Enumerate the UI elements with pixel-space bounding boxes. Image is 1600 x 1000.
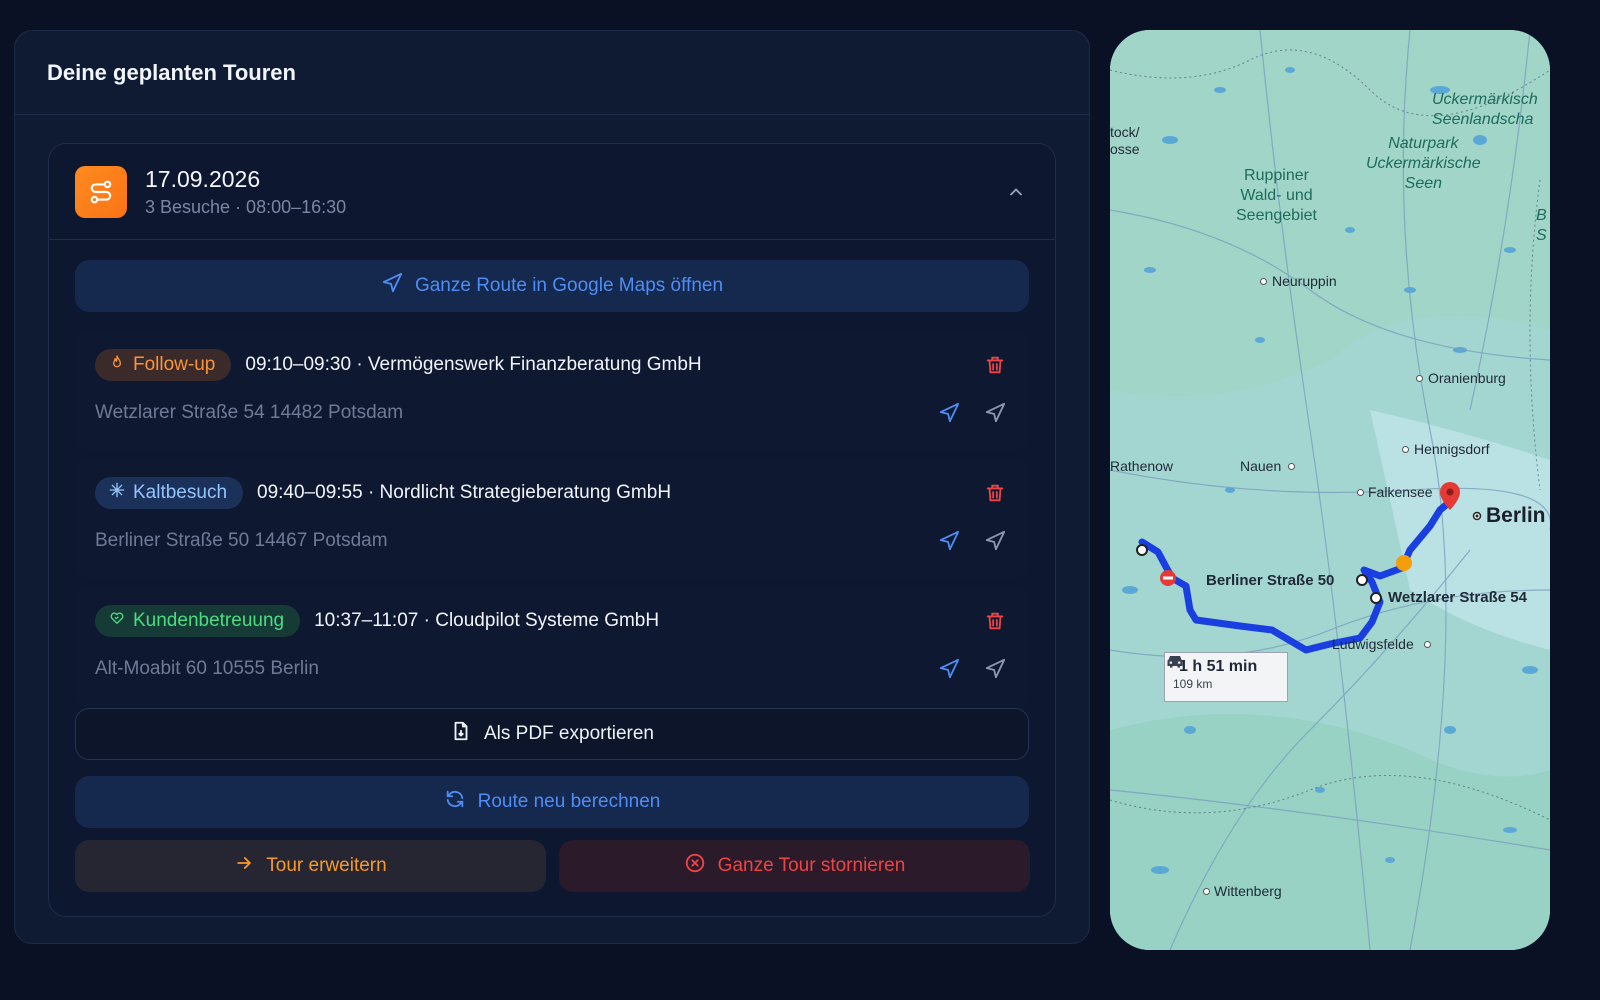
map-label-berlin: Berlin <box>1486 504 1546 527</box>
visit-type-label: Follow-up <box>133 354 216 375</box>
recalculate-route-button[interactable]: Route neu berechnen <box>75 776 1029 828</box>
heart-handshake-icon <box>109 610 125 632</box>
visit-item: Kaltbesuch 09:40–09:55 · Nordlicht Strat… <box>75 458 1029 578</box>
visit-title: 09:40–09:55 · Nordlicht Strategieberatun… <box>257 482 672 503</box>
chevron-up-icon[interactable] <box>1003 179 1029 205</box>
place-dot <box>1288 463 1295 470</box>
navigate-apple-maps-button[interactable] <box>981 655 1009 683</box>
map-label-nauen: Nauen <box>1240 458 1282 474</box>
map-label-berliner-strasse: Berliner Straße 50 <box>1206 572 1335 589</box>
file-download-icon <box>450 720 472 748</box>
map-label-falkensee: Falkensee <box>1368 484 1433 500</box>
place-dot <box>1402 446 1409 453</box>
navigate-apple-maps-button[interactable] <box>981 527 1009 555</box>
visit-title: 09:10–09:30 · Vermögenswerk Finanzberatu… <box>245 354 702 375</box>
navigation-outline-icon <box>985 402 1006 423</box>
route-distance: 109 km <box>1173 677 1213 691</box>
visit-item: Kundenbetreuung 10:37–11:07 · Cloudpilot… <box>75 586 1029 706</box>
place-dot <box>1357 489 1364 496</box>
flame-icon <box>109 354 125 376</box>
route-info-box[interactable]: 1 h 51 min 109 km <box>1164 652 1288 702</box>
navigation-icon <box>939 530 960 551</box>
navigation-outline-icon <box>985 530 1006 551</box>
map-label-rostock: tock/osse <box>1110 124 1140 157</box>
visit-type-badge: Follow-up <box>95 349 232 381</box>
trash-icon <box>986 356 1004 374</box>
place-dot <box>1260 278 1267 285</box>
place-dot <box>1424 641 1431 648</box>
trash-icon <box>986 484 1004 502</box>
open-google-maps-button[interactable]: Ganze Route in Google Maps öffnen <box>75 260 1029 312</box>
snowflake-icon <box>109 482 125 504</box>
delete-visit-button[interactable] <box>981 479 1009 507</box>
map-label-ruppiner: Ruppiner Wald- und Seengebiet <box>1236 167 1317 224</box>
map-label-wetzlarer-strasse: Wetzlarer Straße 54 <box>1388 589 1527 606</box>
navigation-icon <box>939 658 960 679</box>
map-label-ludwigsfelde: Ludwigsfelde <box>1332 636 1414 652</box>
map-label-wittenberg: Wittenberg <box>1214 883 1282 899</box>
navigate-google-maps-button[interactable] <box>935 527 963 555</box>
tour-header[interactable]: 17.09.2026 3 Besuche · 08:00–16:30 <box>49 144 1055 240</box>
route-icon <box>75 165 127 218</box>
visit-type-badge: Kaltbesuch <box>95 477 244 509</box>
navigation-outline-icon <box>985 658 1006 679</box>
arrow-right-icon <box>234 853 254 879</box>
navigate-google-maps-button[interactable] <box>935 399 963 427</box>
tour-card: 17.09.2026 3 Besuche · 08:00–16:30 Ganze… <box>48 143 1056 917</box>
navigate-google-maps-button[interactable] <box>935 655 963 683</box>
map-label-naturpark: Naturpark Uckermärkische Seen <box>1366 135 1481 192</box>
map-background <box>1110 30 1550 950</box>
map-label-neuruppin: Neuruppin <box>1272 273 1337 289</box>
tours-panel: Deine geplanten Touren 17.09.2026 3 Besu… <box>14 30 1090 944</box>
delete-visit-button[interactable] <box>981 351 1009 379</box>
navigate-apple-maps-button[interactable] <box>981 399 1009 427</box>
extend-tour-button[interactable]: Tour erweitern <box>75 840 546 892</box>
visit-address: Berliner Straße 50 14467 Potsdam <box>95 530 388 551</box>
place-dot <box>1203 888 1210 895</box>
route-duration: 1 h 51 min <box>1179 658 1258 675</box>
map-label-oranienburg: Oranienburg <box>1428 370 1506 386</box>
map-label-hennigsdorf: Hennigsdorf <box>1414 441 1490 457</box>
delete-visit-button[interactable] <box>981 607 1009 635</box>
export-pdf-button[interactable]: Als PDF exportieren <box>75 708 1029 760</box>
x-circle-icon <box>684 852 706 880</box>
refresh-icon <box>444 788 466 816</box>
navigation-icon <box>939 402 960 423</box>
visit-address: Wetzlarer Straße 54 14482 Potsdam <box>95 402 404 423</box>
map-label-uckermark-lakes: Uckermärkisch Seenlandscha <box>1432 91 1538 128</box>
place-dot <box>1416 375 1423 382</box>
visit-type-label: Kundenbetreuung <box>133 610 285 631</box>
visit-type-label: Kaltbesuch <box>133 482 228 503</box>
cancel-tour-button[interactable]: Ganze Tour stornieren <box>559 840 1030 892</box>
tour-date: 17.09.2026 <box>145 165 261 192</box>
panel-title: Deine geplanten Touren <box>15 31 1089 115</box>
route-map[interactable]: tock/osse Uckermärkisch Seenlandscha Natu… <box>1110 30 1550 950</box>
map-label-edge: BS <box>1536 207 1547 244</box>
visit-type-badge: Kundenbetreuung <box>95 605 301 637</box>
navigation-icon <box>381 272 403 300</box>
cancel-tour-label: Ganze Tour stornieren <box>717 855 906 876</box>
visit-item: Follow-up 09:10–09:30 · Vermögenswerk Fi… <box>75 330 1029 450</box>
extend-tour-label: Tour erweitern <box>266 855 387 876</box>
open-google-maps-label: Ganze Route in Google Maps öffnen <box>414 275 724 296</box>
tour-summary: 3 Besuche · 08:00–16:30 <box>145 196 347 217</box>
map-label-rathenow: Rathenow <box>1110 458 1174 474</box>
trash-icon <box>986 612 1004 630</box>
export-pdf-label: Als PDF exportieren <box>483 723 654 744</box>
visit-title: 10:37–11:07 · Cloudpilot Systeme GmbH <box>314 610 660 631</box>
visit-address: Alt-Moabit 60 10555 Berlin <box>95 658 319 679</box>
recalculate-route-label: Route neu berechnen <box>477 791 661 812</box>
